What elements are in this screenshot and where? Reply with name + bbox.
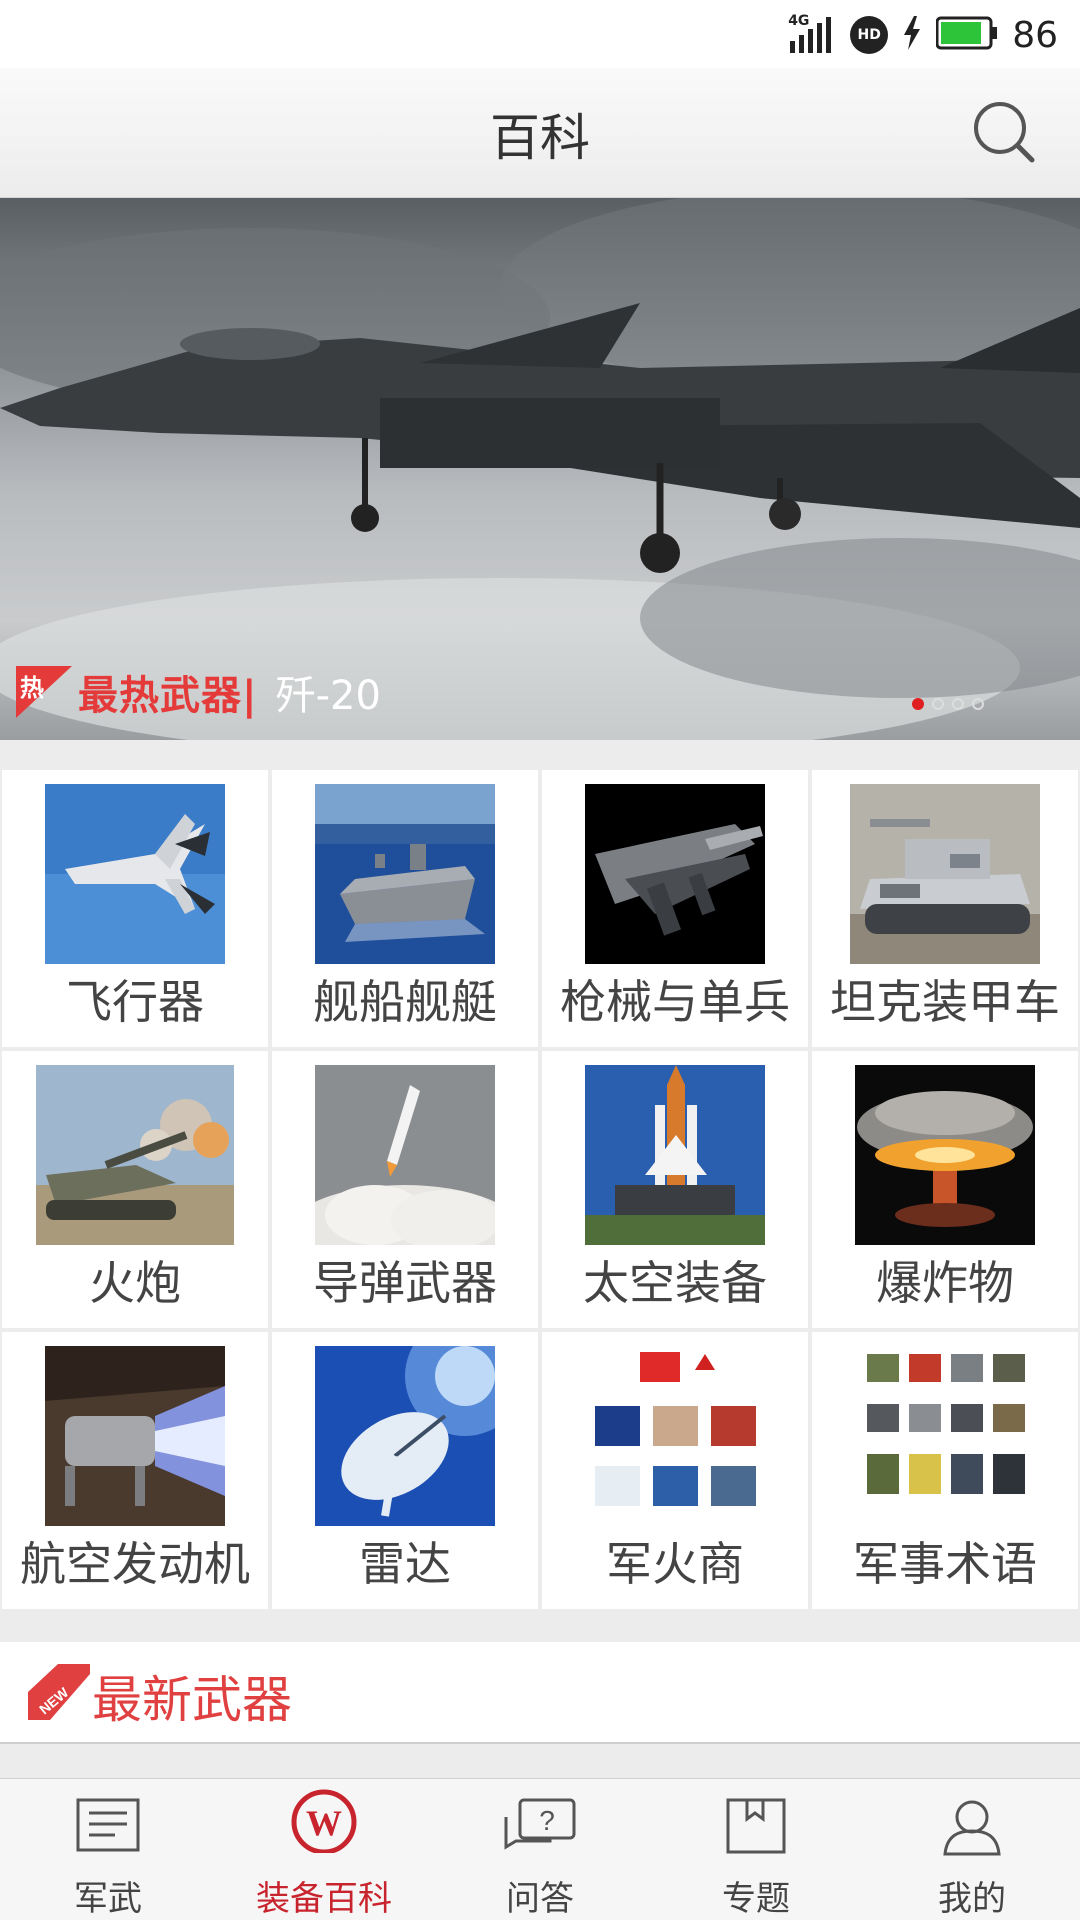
category-arms-dealers[interactable]: 军火商 [542, 1332, 808, 1609]
arms-dealers-thumbnail [585, 1346, 765, 1526]
section-title: 最新武器 [92, 1671, 292, 1729]
category-label: 雷达 [359, 1537, 451, 1591]
category-radar[interactable]: 雷达 [272, 1332, 538, 1609]
banner-dot[interactable] [912, 698, 924, 710]
space-thumbnail [585, 1065, 765, 1245]
banner-title: 歼-20 [275, 673, 381, 719]
fighter-jet-image [0, 198, 1080, 740]
category-aero-engines[interactable]: 航空发动机 [2, 1332, 268, 1609]
battery-percent: 86 [1012, 14, 1058, 56]
category-label: 太空装备 [583, 1256, 767, 1310]
category-label: 军火商 [606, 1537, 744, 1591]
hot-flag-label: 热 [20, 674, 44, 702]
category-missiles[interactable]: 导弹武器 [272, 1051, 538, 1328]
category-label: 航空发动机 [20, 1537, 250, 1591]
explosives-thumbnail [855, 1065, 1035, 1245]
charging-icon [902, 16, 922, 54]
signal-icon: 4G [788, 13, 836, 53]
hd-icon: HD [850, 16, 889, 54]
category-grid: 飞行器 舰船舰艇 枪械与单兵 坦克装甲车 火炮 导弹武器 太空装备 爆炸物 航空… [2, 770, 1078, 1609]
banner-tag: 最热武器| [78, 673, 258, 719]
category-explosives[interactable]: 爆炸物 [812, 1051, 1078, 1328]
category-label: 军事术语 [853, 1537, 1037, 1591]
category-military-terms[interactable]: 军事术语 [812, 1332, 1078, 1609]
svg-text:?: ? [539, 1805, 555, 1836]
page-title: 百科 [490, 109, 590, 167]
artillery-thumbnail [36, 1065, 234, 1245]
hero-banner[interactable]: 热 最热武器| 歼-20 [0, 198, 1080, 740]
nav-item-qa[interactable]: ? 问答 [432, 1779, 648, 1920]
nav-label: 专题 [722, 1879, 790, 1919]
topic-icon [726, 1798, 786, 1854]
category-label: 飞行器 [66, 975, 204, 1029]
status-bar: 4G HD 86 [0, 0, 1080, 68]
category-artillery[interactable]: 火炮 [2, 1051, 268, 1328]
search-icon [974, 102, 1035, 163]
category-tanks[interactable]: 坦克装甲车 [812, 770, 1078, 1047]
category-firearms[interactable]: 枪械与单兵 [542, 770, 808, 1047]
category-space[interactable]: 太空装备 [542, 1051, 808, 1328]
title-bar: 百科 [0, 68, 1080, 198]
aero-engines-thumbnail [45, 1346, 225, 1526]
newest-weapons-section[interactable]: NEW 最新武器 [0, 1642, 1080, 1744]
new-badge-icon: NEW [28, 1664, 90, 1724]
firearms-thumbnail [585, 784, 765, 964]
category-label: 舰船舰艇 [313, 975, 497, 1029]
banner-dot[interactable] [952, 698, 964, 710]
profile-icon [943, 1800, 1001, 1856]
category-label: 枪械与单兵 [560, 975, 790, 1029]
category-label: 坦克装甲车 [830, 975, 1060, 1029]
category-ships[interactable]: 舰船舰艇 [272, 770, 538, 1047]
nav-item-junwu[interactable]: 军武 [0, 1779, 216, 1920]
bottom-navigation: 军武 W 装备百科 ? 问答 专题 我的 [0, 1778, 1080, 1920]
radar-thumbnail [315, 1346, 495, 1526]
missiles-thumbnail [315, 1065, 495, 1245]
nav-label: 军武 [74, 1879, 142, 1919]
nav-item-topic[interactable]: 专题 [648, 1779, 864, 1920]
tanks-thumbnail [850, 784, 1040, 964]
banner-caption: 热 最热武器| 歼-20 [16, 666, 381, 719]
banner-pagination[interactable] [912, 698, 984, 710]
news-icon [76, 1798, 140, 1852]
qa-icon: ? [504, 1798, 576, 1850]
nav-label: 装备百科 [256, 1879, 392, 1919]
battery-icon [935, 16, 998, 54]
nav-item-profile[interactable]: 我的 [864, 1779, 1080, 1920]
category-aircraft[interactable]: 飞行器 [2, 770, 268, 1047]
search-button[interactable] [970, 98, 1040, 168]
category-label: 爆炸物 [876, 1256, 1014, 1310]
military-terms-thumbnail [855, 1346, 1035, 1526]
ships-thumbnail [315, 784, 495, 964]
wiki-icon: W [291, 1789, 357, 1853]
hot-flag-icon: 热 [16, 666, 72, 718]
svg-text:W: W [306, 1803, 342, 1843]
nav-label: 我的 [938, 1879, 1006, 1919]
nav-item-wiki[interactable]: W 装备百科 [216, 1779, 432, 1920]
aircraft-thumbnail [45, 784, 225, 964]
banner-dot[interactable] [932, 698, 944, 710]
banner-dot[interactable] [972, 698, 984, 710]
nav-label: 问答 [506, 1879, 574, 1919]
category-label: 火炮 [89, 1256, 181, 1310]
category-label: 导弹武器 [313, 1256, 497, 1310]
